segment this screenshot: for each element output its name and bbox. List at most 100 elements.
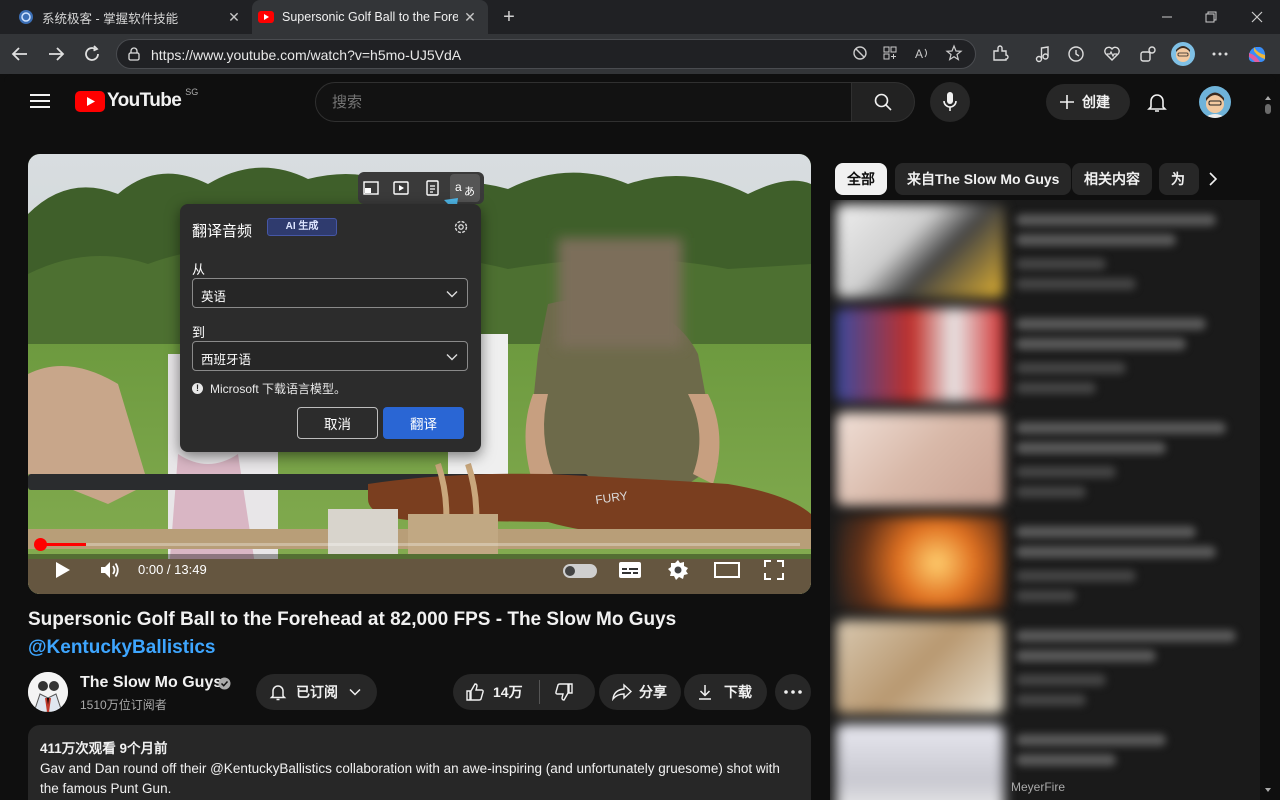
forward-arrow-icon[interactable] xyxy=(46,44,66,64)
minimize-icon[interactable] xyxy=(1158,8,1176,26)
list-item[interactable] xyxy=(830,304,1260,404)
search-button[interactable] xyxy=(851,82,915,122)
search-icon xyxy=(874,93,892,111)
close-tab-icon[interactable]: ✕ xyxy=(226,9,242,25)
list-item[interactable] xyxy=(830,616,1260,716)
progress-scrubber[interactable] xyxy=(34,538,47,551)
health-heart-icon[interactable] xyxy=(1102,44,1122,64)
close-tab-icon[interactable]: ✕ xyxy=(462,9,478,25)
volume-icon[interactable] xyxy=(98,558,122,582)
collections-icon[interactable] xyxy=(1138,44,1158,64)
video-thumbnail xyxy=(836,516,1004,610)
video-time: 0:00 / 13:49 xyxy=(138,562,207,577)
list-item[interactable] xyxy=(830,200,1260,300)
subscribed-button[interactable]: 已订阅 xyxy=(256,674,377,710)
history-icon[interactable] xyxy=(1066,44,1086,64)
settings-gear-icon[interactable] xyxy=(452,218,470,236)
tab-youtube-video[interactable]: Supersonic Golf Ball to the Forehead ✕ xyxy=(252,0,488,34)
restore-icon[interactable] xyxy=(1202,8,1220,26)
to-label: 到 xyxy=(192,325,206,340)
account-avatar[interactable] xyxy=(1199,86,1231,118)
channel-logo-icon xyxy=(28,672,68,712)
copilot-icon[interactable] xyxy=(1246,43,1268,65)
related-channel-name[interactable]: MeyerFire xyxy=(1011,780,1065,794)
page-scrollbar[interactable] xyxy=(1264,94,1272,794)
close-window-icon[interactable] xyxy=(1248,8,1266,26)
region-code: SG xyxy=(185,87,199,97)
chip-from-channel[interactable]: 来自The Slow Mo Guys xyxy=(895,163,1072,195)
more-actions-button[interactable] xyxy=(775,674,811,710)
more-dots-icon[interactable] xyxy=(1210,44,1230,64)
play-icon[interactable] xyxy=(54,560,72,580)
hamburger-menu-icon[interactable] xyxy=(30,93,50,109)
collaborator-link[interactable]: @KentuckyBallistics xyxy=(28,637,216,659)
verified-check-icon xyxy=(218,677,231,690)
subtitles-icon[interactable] xyxy=(618,559,642,581)
like-count: 14万 xyxy=(493,684,523,700)
extensions-icon[interactable] xyxy=(990,44,1010,64)
download-label: 下载 xyxy=(724,684,752,700)
youtube-logo[interactable]: YouTube SG xyxy=(75,87,199,112)
address-bar[interactable]: https://www.youtube.com/watch?v=h5mo-UJ5… xyxy=(116,39,976,69)
video-thumbnail xyxy=(836,724,1004,800)
create-label: 创建 xyxy=(1082,94,1110,110)
description-box[interactable]: 411万次观看 9个月前 Gav and Dan round off their… xyxy=(28,725,811,800)
ai-badge: AI 生成 xyxy=(267,218,337,236)
app-grid-icon[interactable] xyxy=(881,44,899,62)
fullscreen-icon[interactable] xyxy=(762,558,786,582)
back-arrow-icon[interactable] xyxy=(10,44,30,64)
read-aloud-icon[interactable]: A xyxy=(913,44,931,62)
chip-related[interactable]: 相关内容 xyxy=(1072,163,1152,195)
video-progress-bar[interactable] xyxy=(40,543,800,546)
browser-tab-bar: 系统极客 - 掌握软件技能 ✕ Supersonic Golf Ball to … xyxy=(0,0,1280,34)
theater-mode-icon[interactable] xyxy=(714,560,740,580)
profile-avatar[interactable] xyxy=(1171,42,1195,66)
share-arrow-icon xyxy=(612,683,633,701)
download-button[interactable]: 下载 xyxy=(684,674,767,710)
search-box[interactable] xyxy=(315,82,852,122)
video-enhance-icon[interactable] xyxy=(392,179,410,197)
chevron-right-icon[interactable] xyxy=(1204,170,1222,188)
like-dislike-group: 14万 xyxy=(453,674,595,710)
svg-text:あ: あ xyxy=(464,185,475,197)
channel-name[interactable]: The Slow Mo Guys xyxy=(80,674,222,692)
voice-search-button[interactable] xyxy=(930,82,970,122)
related-videos-list xyxy=(830,200,1260,800)
to-language-select[interactable]: 西班牙语 xyxy=(192,341,468,371)
music-icon[interactable] xyxy=(1032,44,1052,64)
microphone-icon xyxy=(943,92,957,111)
create-button[interactable]: 创建 xyxy=(1046,84,1130,120)
chip-for-you[interactable]: 为 xyxy=(1159,163,1199,195)
translate-button[interactable]: 翻译 xyxy=(383,407,464,439)
notifications-bell-icon[interactable] xyxy=(1145,90,1169,114)
no-tracking-icon[interactable] xyxy=(851,44,869,62)
channel-avatar[interactable] xyxy=(28,672,68,712)
favorite-star-icon[interactable] xyxy=(945,44,963,62)
list-item[interactable] xyxy=(830,512,1260,612)
youtube-logo-icon xyxy=(75,90,105,112)
search-input[interactable] xyxy=(332,94,812,111)
like-button[interactable]: 14万 xyxy=(453,682,539,702)
refresh-icon[interactable] xyxy=(82,44,102,64)
settings-gear-icon[interactable] xyxy=(666,558,690,582)
note-text: Microsoft 下载语言模型。 xyxy=(210,382,347,396)
translate-audio-panel: 翻译音频 AI 生成 从 英语 到 西班牙语 ! Microsoft 下载语言模… xyxy=(180,204,481,452)
youtube-header: YouTube SG 创建 xyxy=(4,74,1276,130)
info-icon: ! xyxy=(192,383,203,394)
dislike-button[interactable] xyxy=(540,682,574,702)
scrollbar-track xyxy=(1265,96,1271,792)
autoplay-toggle[interactable] xyxy=(563,564,597,578)
tab-xitongjike[interactable]: 系统极客 - 掌握软件技能 ✕ xyxy=(6,0,252,34)
pip-icon[interactable] xyxy=(362,179,380,197)
list-item[interactable] xyxy=(830,408,1260,508)
chip-all[interactable]: 全部 xyxy=(835,163,887,195)
url-text[interactable]: https://www.youtube.com/watch?v=h5mo-UJ5… xyxy=(151,47,461,63)
cancel-button[interactable]: 取消 xyxy=(297,407,378,439)
subscribed-label: 已订阅 xyxy=(296,684,338,700)
globe-icon xyxy=(19,10,33,24)
share-button[interactable]: 分享 xyxy=(599,674,681,710)
new-tab-button[interactable]: + xyxy=(498,6,520,28)
chevron-down-icon xyxy=(446,291,458,298)
from-language-select[interactable]: 英语 xyxy=(192,278,468,308)
lock-icon[interactable] xyxy=(127,47,141,61)
